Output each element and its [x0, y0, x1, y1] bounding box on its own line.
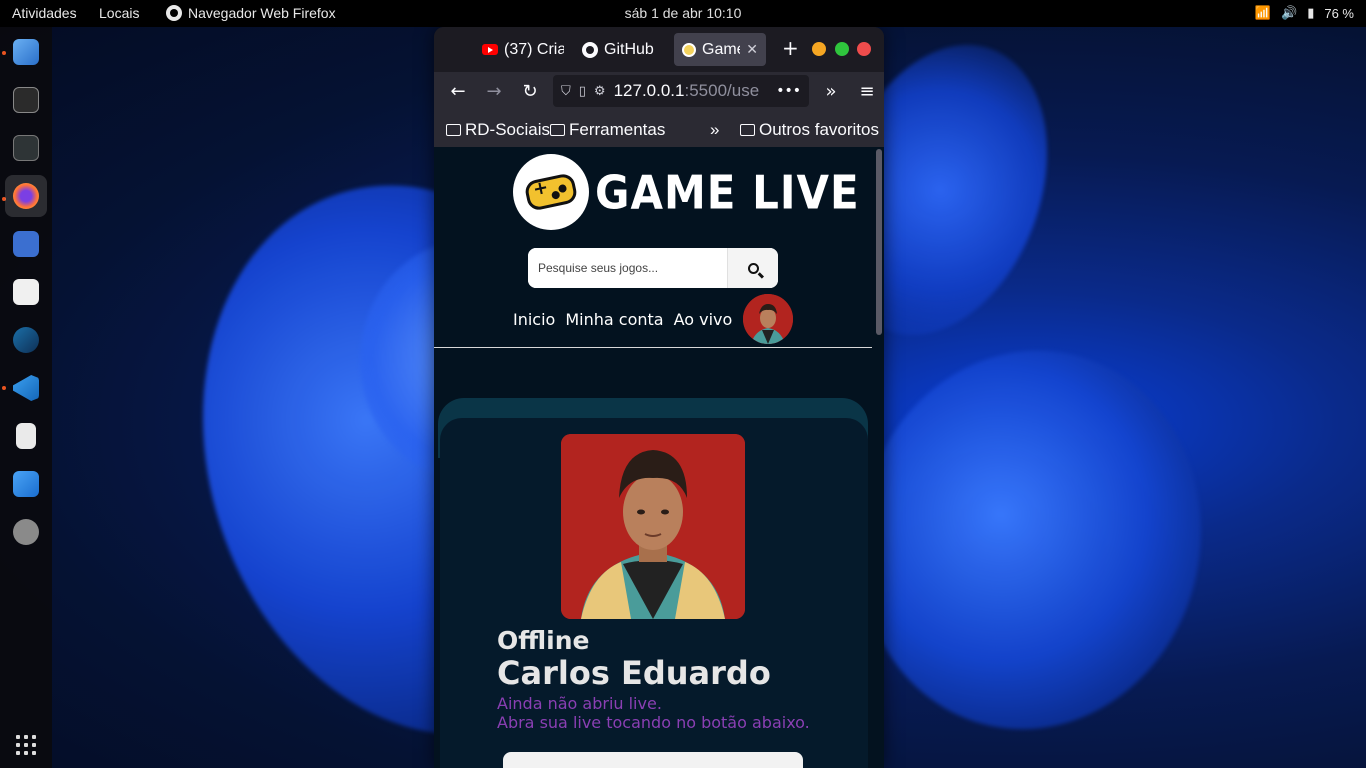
url-host: 127.0.0.1	[613, 81, 685, 100]
user-avatar[interactable]	[743, 294, 793, 344]
page-scrollbar[interactable]	[876, 149, 882, 335]
close-window-button[interactable]	[857, 42, 871, 56]
top-panel: Atividades Locais Navegador Web Firefox …	[0, 0, 1366, 27]
terminal-icon	[13, 87, 39, 113]
nav-link-ao-vivo[interactable]: Ao vivo	[674, 310, 733, 329]
forward-button[interactable]: →	[482, 80, 506, 104]
status-message: Ainda não abriu live.	[497, 694, 662, 713]
status-hint: Abra sua live tocando no botão abaixo.	[497, 713, 810, 732]
bookmark-label: RD-Sociais	[465, 120, 551, 139]
dock-text-editor[interactable]	[5, 271, 47, 313]
nav-link-inicio[interactable]: Inicio	[513, 310, 555, 329]
text-editor-icon	[13, 279, 39, 305]
dock-software-updater[interactable]	[5, 463, 47, 505]
shield-icon[interactable]: ⛉	[561, 84, 571, 99]
folder-icon	[550, 124, 565, 136]
search-button[interactable]	[727, 248, 778, 288]
dock-terminal[interactable]	[5, 79, 47, 121]
system-status-area[interactable]: 📶 🔊 ▮ 76 %	[1255, 5, 1354, 21]
wifi-icon: 📶	[1254, 5, 1272, 20]
page-icon: ▯	[578, 83, 586, 99]
permissions-icon[interactable]: ⚙	[594, 84, 606, 99]
url-text: 127.0.0.1:5500/use	[614, 81, 760, 101]
folder-icon	[740, 124, 755, 136]
files-icon	[13, 39, 39, 65]
new-tab-button[interactable]: +	[782, 38, 799, 58]
gamepad-icon	[523, 172, 579, 212]
github-icon	[582, 41, 598, 58]
close-tab-icon[interactable]: ✕	[746, 41, 766, 58]
solitaire-icon	[16, 423, 36, 449]
tab-youtube[interactable]: (37) Cria	[482, 33, 564, 66]
software-updater-icon	[13, 471, 39, 497]
bookmark-folder-rd-sociais[interactable]: RD-Sociais	[446, 120, 550, 140]
tab-label: (37) Cria	[504, 40, 564, 58]
settings-icon	[13, 519, 39, 545]
game-live-icon	[682, 42, 696, 57]
dock-files[interactable]	[5, 31, 47, 73]
search-icon	[747, 262, 759, 274]
navigation-toolbar: ← → ↻ ⛉ ▯ ⚙ 127.0.0.1:5500/use ••• » ≡	[434, 72, 884, 112]
vscode-icon	[13, 375, 39, 401]
tab-label: Game	[702, 40, 740, 58]
tab-bar: (37) Cria GitHub Game ✕ +	[434, 27, 884, 72]
minimize-button[interactable]	[812, 42, 826, 56]
youtube-icon	[482, 44, 498, 55]
dock	[0, 27, 52, 768]
dock-firefox[interactable]	[5, 175, 47, 217]
wallpaper-bloom	[824, 318, 1236, 762]
other-bookmarks-label: Outros favoritos	[759, 120, 879, 139]
start-live-button[interactable]	[503, 752, 803, 768]
maximize-button[interactable]	[835, 42, 849, 56]
logo-badge	[513, 154, 589, 230]
system-monitor-icon	[13, 135, 39, 161]
logo-text: GAME LIVE	[595, 165, 860, 219]
bookmarks-toolbar: RD-Sociais Ferramentas » Outros favorito…	[434, 112, 884, 149]
overflow-chevron-icon[interactable]: »	[819, 80, 843, 104]
other-bookmarks[interactable]: Outros favoritos	[740, 120, 879, 140]
clock[interactable]: sáb 1 de abr 10:10	[0, 5, 1366, 21]
dock-settings[interactable]	[5, 511, 47, 553]
bookmarks-overflow-icon[interactable]: »	[710, 120, 719, 140]
bookmark-label: Ferramentas	[569, 120, 666, 139]
back-button[interactable]: ←	[446, 80, 470, 104]
firefox-window: (37) Cria GitHub Game ✕ + ← → ↻ ⛉ ▯ ⚙ 12…	[434, 27, 884, 768]
firefox-icon	[13, 183, 39, 209]
profile-name: Carlos Eduardo	[497, 654, 771, 692]
bookmark-folder-ferramentas[interactable]: Ferramentas	[550, 120, 665, 140]
hamburger-menu-icon[interactable]: ≡	[855, 80, 879, 104]
dock-vscode[interactable]	[5, 367, 47, 409]
dock-solitaire[interactable]	[5, 415, 47, 457]
url-path: :5500/use	[684, 81, 760, 100]
live-status: Offline	[497, 626, 590, 655]
profile-picture	[561, 434, 745, 619]
nav-link-minha-conta[interactable]: Minha conta	[565, 310, 663, 329]
dock-system-monitor[interactable]	[5, 127, 47, 169]
show-apps-icon[interactable]	[16, 735, 36, 755]
battery-percentage: 76 %	[1324, 5, 1354, 21]
site-nav: Inicio Minha conta Ao vivo	[513, 310, 732, 329]
folder-icon	[446, 124, 461, 136]
web-page: GAME LIVE Inicio Minha conta Ao vivo	[434, 147, 884, 768]
volume-icon: 🔊	[1281, 5, 1298, 20]
dock-calculator[interactable]	[5, 223, 47, 265]
steam-icon	[13, 327, 39, 353]
url-bar[interactable]: ⛉ ▯ ⚙ 127.0.0.1:5500/use •••	[553, 75, 809, 107]
battery-icon: ▮	[1307, 5, 1315, 20]
site-logo[interactable]: GAME LIVE	[513, 154, 860, 230]
reload-button[interactable]: ↻	[518, 80, 542, 104]
page-actions-icon[interactable]: •••	[776, 83, 801, 99]
header-divider	[434, 347, 872, 348]
search-input[interactable]	[528, 248, 727, 288]
calculator-icon	[13, 231, 39, 257]
dock-steam[interactable]	[5, 319, 47, 361]
tab-game-live[interactable]: Game ✕	[674, 33, 766, 66]
tab-label: GitHub	[604, 40, 654, 58]
search-box	[528, 248, 778, 288]
tab-github[interactable]: GitHub	[582, 33, 662, 66]
